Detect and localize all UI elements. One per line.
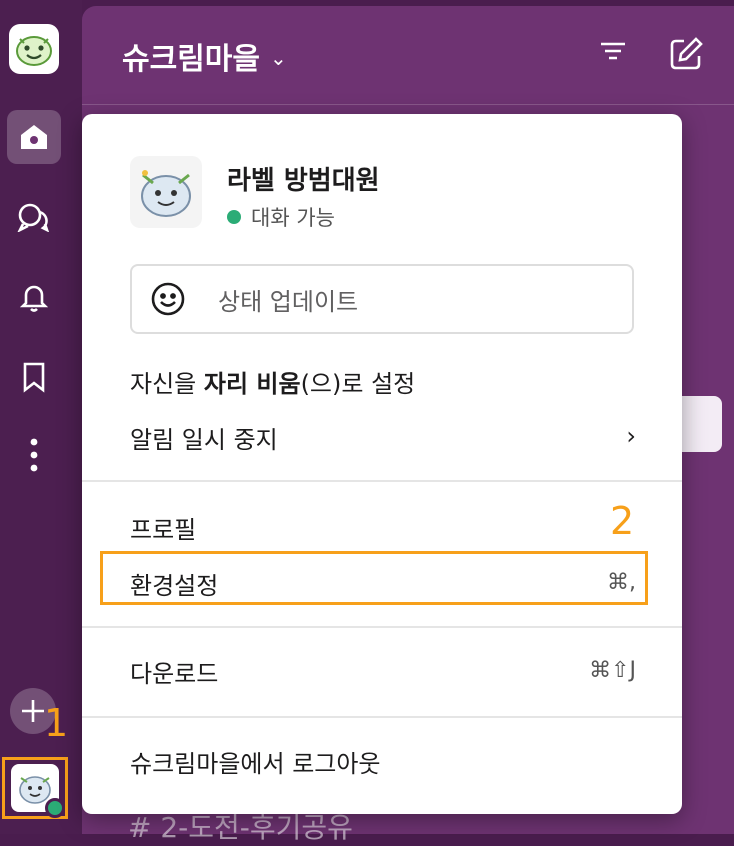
profile-menu: 라벨 방범대원 대화 가능 상태 업데이트 자신을 자리 비움(으)로 설정 알… bbox=[82, 114, 682, 814]
sidebar-divider bbox=[82, 104, 734, 105]
preferences-item[interactable]: 환경설정 bbox=[130, 566, 218, 601]
smiley-icon bbox=[148, 279, 188, 319]
profile-item[interactable]: 프로필 bbox=[130, 510, 196, 545]
more-icon[interactable] bbox=[7, 428, 61, 482]
set-away-prefix: 자신을 bbox=[130, 370, 204, 398]
presence-status: 대화 가능 bbox=[227, 202, 335, 232]
menu-divider bbox=[82, 716, 682, 718]
presence-status-label: 대화 가능 bbox=[251, 206, 335, 230]
chevron-right-icon: › bbox=[626, 422, 636, 450]
home-icon[interactable] bbox=[7, 110, 61, 164]
user-avatar-button[interactable] bbox=[2, 757, 68, 819]
step-annotation-1: 1 bbox=[44, 701, 69, 745]
step-annotation-2: 2 bbox=[610, 499, 635, 543]
pause-notifications-label: 알림 일시 중지 bbox=[130, 426, 278, 454]
chevron-down-icon: ⌄ bbox=[270, 46, 287, 70]
sign-out-label: 슈크림마을에서 로그아웃 bbox=[130, 750, 381, 778]
profile-name: 라벨 방범대원 bbox=[227, 166, 380, 196]
sign-out-item[interactable]: 슈크림마을에서 로그아웃 bbox=[130, 744, 381, 779]
set-away-suffix: (으)로 설정 bbox=[300, 370, 416, 398]
presence-dot bbox=[227, 210, 241, 224]
bookmark-icon[interactable] bbox=[7, 350, 61, 404]
workspace-name: 슈크림마을 bbox=[122, 42, 260, 77]
menu-divider bbox=[82, 626, 682, 628]
menu-divider bbox=[82, 480, 682, 482]
bell-icon[interactable] bbox=[7, 270, 61, 324]
preferences-label: 환경설정 bbox=[130, 572, 219, 600]
profile-label: 프로필 bbox=[130, 516, 197, 544]
workspace-rail bbox=[0, 0, 82, 834]
workspace-logo-icon[interactable] bbox=[9, 24, 59, 74]
downloads-item[interactable]: 다운로드 bbox=[130, 654, 218, 689]
workspace-name-button[interactable]: 슈크림마을 ⌄ bbox=[122, 34, 287, 78]
set-away-item[interactable]: 자신을 자리 비움(으)로 설정 bbox=[130, 364, 415, 399]
downloads-shortcut: ⌘⇧J bbox=[589, 658, 636, 683]
profile-avatar bbox=[130, 156, 202, 228]
status-placeholder: 상태 업데이트 bbox=[218, 287, 359, 316]
compose-icon[interactable] bbox=[668, 36, 704, 76]
update-status-input[interactable]: 상태 업데이트 bbox=[130, 264, 634, 334]
filter-icon[interactable] bbox=[598, 36, 628, 70]
downloads-label: 다운로드 bbox=[130, 660, 219, 688]
avatar bbox=[11, 764, 65, 818]
preferences-shortcut: ⌘, bbox=[607, 570, 636, 595]
dms-icon[interactable] bbox=[7, 190, 61, 244]
set-away-bold: 자리 비움 bbox=[203, 370, 301, 398]
presence-dot bbox=[45, 798, 65, 818]
pause-notifications-item[interactable]: 알림 일시 중지 bbox=[130, 420, 634, 455]
